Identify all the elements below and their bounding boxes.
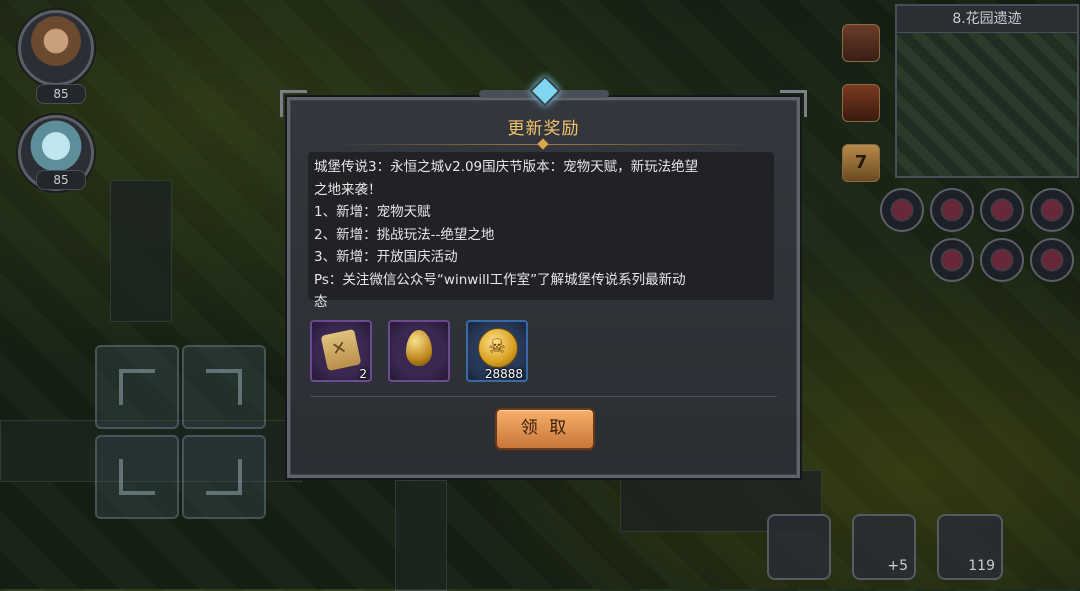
auto-bonus-label: +5 <box>887 558 908 574</box>
skill-slot-icon[interactable] <box>1030 188 1074 232</box>
skill-slot-icon[interactable] <box>930 188 974 232</box>
hero-level-badge: 85 <box>36 84 86 104</box>
dialog-crest <box>478 75 609 107</box>
note-line: Ps：关注微信公众号“winwill工作室”了解城堡传说系列最新动 <box>314 271 686 288</box>
reward-item[interactable]: 2 <box>310 320 372 382</box>
reward-item[interactable] <box>388 320 450 382</box>
skill-slot-icon[interactable] <box>980 188 1024 232</box>
note-line: 3、新增：开放国庆活动 <box>314 249 458 265</box>
note-line: 城堡传说3：永恒之城v2.09国庆节版本：宠物天赋，新玩法绝望 <box>314 159 699 175</box>
dialog-corner <box>780 90 807 117</box>
update-notes: 城堡传说3：永恒之城v2.09国庆节版本：宠物天赋，新玩法绝望 之地来袭！ 1、… <box>308 152 774 310</box>
update-reward-dialog: 更新奖励 城堡传说3：永恒之城v2.09国庆节版本：宠物天赋，新玩法绝望 之地来… <box>280 75 807 478</box>
note-line: 之地来袭！ <box>314 181 382 198</box>
treasure-chest-icon[interactable] <box>842 24 880 62</box>
inventory-button[interactable]: 119 <box>937 514 1003 580</box>
dpad-down-right[interactable] <box>182 435 266 519</box>
resource-count: 119 <box>968 558 995 574</box>
note-line: 态 <box>314 294 328 310</box>
dialog-title: 更新奖励 <box>507 119 580 139</box>
reward-item[interactable]: 28888 <box>466 320 528 382</box>
hero-portrait[interactable] <box>18 10 94 86</box>
calendar-badge[interactable]: 7 <box>842 144 880 182</box>
dialog-corner <box>280 90 307 117</box>
skill-slot-icon[interactable] <box>1030 238 1074 282</box>
reward-qty: 28888 <box>484 367 523 381</box>
scroll-icon <box>320 328 362 372</box>
dialog-divider <box>310 396 777 397</box>
hero-level-badge: 85 <box>36 170 86 190</box>
reward-qty: 2 <box>359 367 367 381</box>
minimap[interactable]: 8.花园遗迹 <box>895 4 1079 178</box>
crystal-gem-icon <box>528 75 561 107</box>
dpad-down-left[interactable] <box>95 435 179 519</box>
skill-slot-icon[interactable] <box>930 238 974 282</box>
note-line: 1、新增：宠物天赋 <box>314 204 431 220</box>
note-line: 2、新增：挑战玩法--绝望之地 <box>314 226 495 243</box>
gold-coin-icon <box>478 328 518 368</box>
title-ornament-icon <box>537 138 549 150</box>
skill-slot-icon[interactable] <box>980 238 1024 282</box>
minimap-title: 8.花园遗迹 <box>897 6 1077 33</box>
claim-button[interactable]: 领 取 <box>495 408 595 450</box>
reward-list: 2 28888 <box>310 320 770 382</box>
skill-slot-icon[interactable] <box>880 188 924 232</box>
dpad-up-left[interactable] <box>95 345 179 429</box>
cards-button[interactable] <box>767 514 831 580</box>
dpad-up-right[interactable] <box>182 345 266 429</box>
rabbit-event-icon[interactable] <box>842 84 880 122</box>
auto-play-button[interactable]: +5 <box>852 514 916 580</box>
golden-egg-icon <box>406 330 432 366</box>
